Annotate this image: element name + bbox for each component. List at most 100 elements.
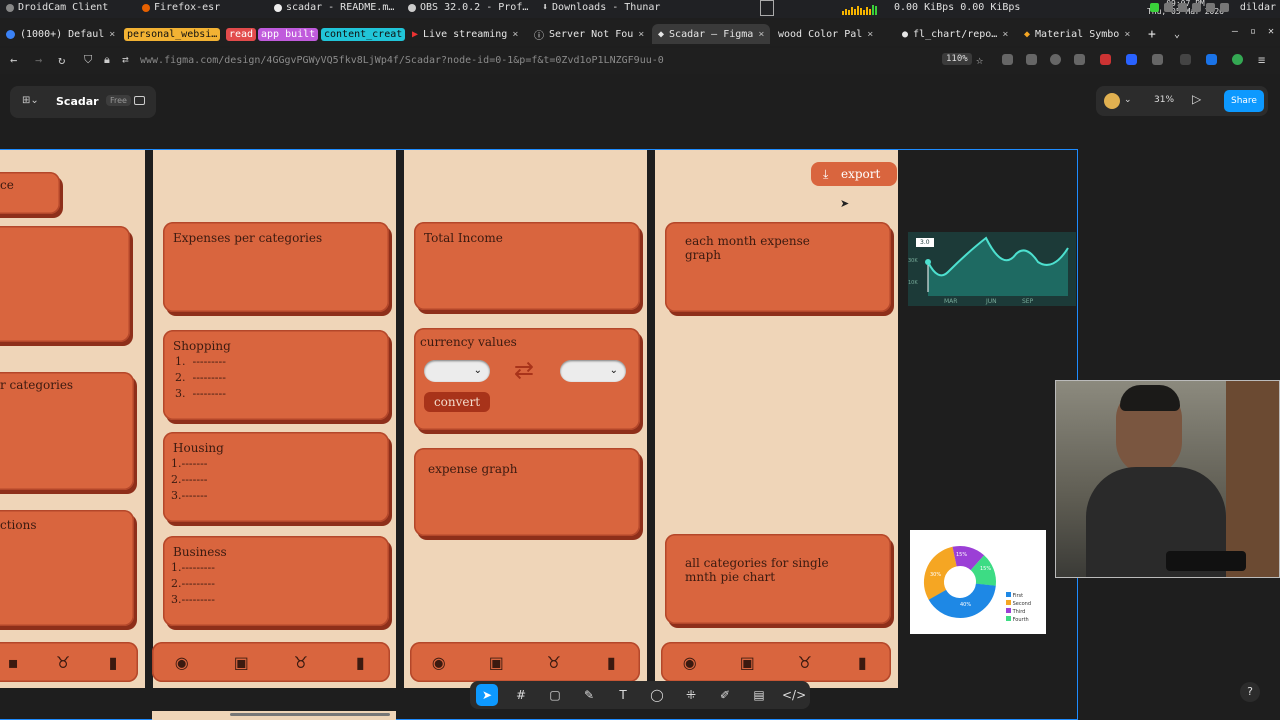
screen-frame-1[interactable]: ce r categories ctions ▪ ♉ ▮ [0, 150, 145, 688]
card-monthly-expense-graph[interactable]: each month expense graph [665, 222, 891, 312]
tray-battery-icon[interactable] [1206, 3, 1215, 12]
tab-youtube[interactable]: (1000+) Defaul × [6, 24, 115, 44]
close-icon[interactable]: × [1124, 29, 1130, 40]
text-tool-icon[interactable]: T [612, 684, 634, 706]
file-name[interactable]: Scadar [56, 95, 99, 108]
export-button[interactable]: ⤓ export [811, 162, 897, 186]
tab-material-symbols[interactable]: ◆ Material Symbo × [1024, 24, 1130, 44]
back-icon[interactable]: ← [10, 53, 17, 67]
present-icon[interactable]: ▷ [1192, 92, 1201, 106]
reference-pie-chart[interactable]: 15% 15% 30% 40% First Second Third Fourt… [910, 530, 1046, 634]
money-bag-icon[interactable]: ♉ [794, 653, 816, 672]
tab-group-app-built[interactable]: app built [258, 24, 319, 44]
move-tool-icon[interactable]: ➤ [476, 684, 498, 706]
bookmark-star-icon[interactable]: ☆ [976, 53, 983, 67]
tray-settings-icon[interactable] [1220, 3, 1229, 12]
card-shopping[interactable]: Shopping 1. --------- 2. --------- 3. --… [163, 330, 389, 420]
screen-frame-2[interactable]: Expenses per categories Shopping 1. ----… [153, 150, 396, 688]
tab-server-not-found[interactable]: ⓘ Server Not Fou × [534, 24, 644, 44]
close-window-icon[interactable]: ✕ [1268, 26, 1274, 37]
tab-group-read[interactable]: read [226, 24, 257, 44]
tray-app-icon[interactable] [1150, 3, 1159, 12]
card-housing[interactable]: Housing 1.------- 2.------- 3.------- [163, 432, 389, 522]
frame-tool-icon[interactable]: # [510, 684, 532, 706]
currency-to-select[interactable]: ⌄ [560, 360, 626, 382]
user-name[interactable]: dildar [1240, 2, 1276, 13]
actions-icon[interactable]: ⁜ [680, 684, 702, 706]
card-pie-chart[interactable]: all categories for single mnth pie chart [665, 534, 891, 624]
forward-icon[interactable]: → [35, 53, 42, 67]
task-downloads[interactable]: ⬇ Downloads - Thunar [542, 2, 660, 13]
show-desktop-icon[interactable] [760, 0, 774, 16]
extension-icon[interactable] [1100, 54, 1111, 65]
pen-tool-icon[interactable]: ✎ [578, 684, 600, 706]
lock-icon[interactable]: 🔒︎ [104, 53, 110, 67]
reference-line-chart[interactable]: 3.0 30K 10K MAR JUN SEP [908, 232, 1076, 306]
card-total-income[interactable]: Total Income [414, 222, 640, 310]
zoom-level[interactable]: 110% [942, 53, 972, 65]
chevron-down-icon[interactable]: ⌄ [1124, 95, 1132, 105]
card-expense-graph[interactable]: expense graph [414, 448, 640, 536]
dev-mode-icon[interactable]: ▤ [748, 684, 770, 706]
card-summary[interactable] [0, 226, 130, 342]
swap-icon[interactable]: ⇄ [514, 356, 534, 384]
screenshot-icon[interactable] [1026, 54, 1037, 65]
code-icon[interactable]: </> [782, 684, 806, 706]
card-currency-values[interactable]: currency values ⌄ ⇄ ⌄ convert [414, 328, 640, 430]
tab-fl-chart[interactable]: ● fl_chart/repo… × [902, 24, 1008, 44]
puzzle-icon[interactable] [1074, 54, 1085, 65]
extension-icon[interactable] [1050, 54, 1061, 65]
tray-window-icon[interactable] [1164, 3, 1173, 12]
tab-list-chevron-icon[interactable]: ⌄ [1174, 24, 1180, 44]
maximize-icon[interactable]: ▫ [1250, 26, 1256, 37]
profile-icon[interactable]: ◉ [171, 653, 193, 672]
task-firefox[interactable]: Firefox-esr [142, 2, 220, 13]
tab-live-streaming[interactable]: ▶ Live streaming × [412, 24, 518, 44]
permissions-icon[interactable]: ⇄ [122, 53, 129, 66]
reload-icon[interactable]: ↻ [58, 53, 65, 67]
zoom-dropdown[interactable]: 31% [1154, 95, 1174, 105]
url-input[interactable]: www.figma.com/design/4GGgvPGWyVQ5fkv8LjW… [140, 55, 664, 66]
extension-icon[interactable] [1206, 54, 1217, 65]
nav-stats-icon[interactable]: ▪ [2, 653, 24, 672]
tab-group-personal-website[interactable]: personal_websi… [124, 24, 221, 44]
extension-icon[interactable] [1126, 54, 1137, 65]
minimize-icon[interactable]: – [1232, 26, 1238, 37]
help-button[interactable]: ? [1240, 682, 1260, 702]
card-business[interactable]: Business 1.--------- 2.--------- 3.-----… [163, 536, 389, 626]
tab-scadar-figma[interactable]: ◆ Scadar – Figma × [652, 24, 771, 44]
profile-icon[interactable]: ◉ [428, 653, 450, 672]
tab-wood-color[interactable]: wood Color Pal × [778, 24, 873, 44]
extension-icon[interactable] [1152, 54, 1163, 65]
task-obs[interactable]: OBS 32.0.2 - Prof… [408, 2, 528, 13]
tray-mic-icon[interactable] [1178, 3, 1187, 12]
card-balance[interactable]: ce [0, 172, 60, 214]
avatar[interactable] [1104, 93, 1120, 109]
card-categories[interactable]: r categories [0, 372, 134, 490]
horizontal-scrollbar[interactable] [230, 713, 390, 716]
extension-icon[interactable] [1180, 54, 1191, 65]
screen-frame-4[interactable]: ⤓ export each month expense graph all ca… [655, 150, 898, 688]
cash-icon[interactable]: ▣ [230, 653, 252, 672]
cash-icon[interactable]: ▣ [485, 653, 507, 672]
money-bag-icon[interactable]: ♉ [52, 653, 74, 672]
tab-group-content-creat[interactable]: content_creat [321, 24, 406, 44]
panel-toggle-icon[interactable] [134, 96, 145, 105]
card-expenses-per-categories[interactable]: Expenses per categories [163, 222, 389, 312]
extension-icon[interactable] [1232, 54, 1243, 65]
task-droidcam[interactable]: DroidCam Client [6, 2, 108, 13]
card-transactions[interactable]: ctions [0, 510, 134, 626]
tray-volume-icon[interactable] [1192, 3, 1201, 12]
close-icon[interactable]: × [638, 29, 644, 40]
draw-icon[interactable]: ✐ [714, 684, 736, 706]
downloads-icon[interactable] [1002, 54, 1013, 65]
figma-menu-icon[interactable]: ⊞⌄ [22, 95, 39, 106]
bar-chart-icon[interactable]: ▮ [600, 653, 622, 672]
profile-icon[interactable]: ◉ [679, 653, 701, 672]
task-scadar-readme[interactable]: scadar - README.m… [274, 2, 394, 13]
money-bag-icon[interactable]: ♉ [543, 653, 565, 672]
convert-button[interactable]: convert [424, 392, 490, 412]
close-icon[interactable]: × [109, 29, 115, 40]
screen-frame-3[interactable]: Total Income currency values ⌄ ⇄ ⌄ conve… [404, 150, 647, 688]
bar-chart-icon[interactable]: ▮ [349, 653, 371, 672]
